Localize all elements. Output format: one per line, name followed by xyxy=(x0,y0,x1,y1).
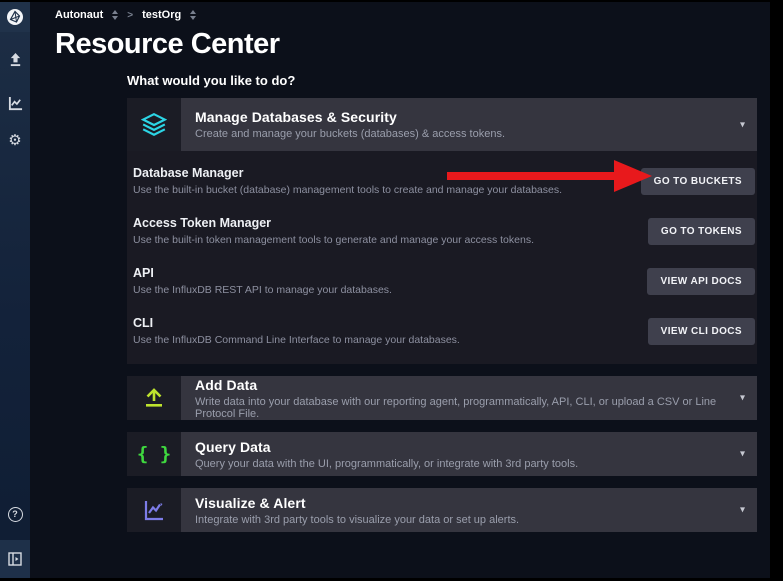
expand-sidebar-icon xyxy=(8,552,22,566)
panel-visualize-alert-description: Integrate with 3rd party tools to visual… xyxy=(195,514,519,526)
breadcrumb-separator: > xyxy=(127,10,133,21)
left-nav-sidebar: ⚙ ? xyxy=(0,2,30,578)
chevron-down-icon[interactable]: ▾ xyxy=(740,449,745,460)
chevron-down-icon[interactable]: ▾ xyxy=(740,119,745,130)
panel-visualize-alert-header[interactable]: Visualize & Alert Integrate with 3rd par… xyxy=(127,488,757,532)
go-to-tokens-button[interactable]: GO TO TOKENS xyxy=(648,218,755,245)
main-content: Autonaut > testOrg Resource Center What … xyxy=(30,2,770,578)
influxdb-logo-icon xyxy=(6,8,24,26)
row-access-token-manager-title: Access Token Manager xyxy=(133,216,534,230)
panel-manage-body: Database Manager Use the built-in bucket… xyxy=(127,151,757,364)
panel-add-data-title: Add Data xyxy=(195,377,743,393)
panel-query-data-title: Query Data xyxy=(195,439,578,455)
panel-query-data: { } Query Data Query your data with the … xyxy=(127,432,757,476)
panel-visualize-alert-headbar[interactable]: Visualize & Alert Integrate with 3rd par… xyxy=(181,488,757,532)
row-cli-title: CLI xyxy=(133,316,460,330)
row-cli-description: Use the InfluxDB Command Line Interface … xyxy=(133,334,460,346)
upload-icon xyxy=(8,52,23,67)
panel-add-data: Add Data Write data into your database w… xyxy=(127,376,757,420)
panel-manage-description: Create and manage your buckets (database… xyxy=(195,128,505,140)
nav-settings[interactable]: ⚙ xyxy=(0,128,30,152)
project-switcher-icon[interactable] xyxy=(190,10,196,20)
graph-icon xyxy=(8,96,23,111)
row-cli: CLI Use the InfluxDB Command Line Interf… xyxy=(133,306,755,356)
panel-add-data-header[interactable]: Add Data Write data into your database w… xyxy=(127,376,757,420)
line-chart-icon xyxy=(142,498,166,522)
nav-data-explorer[interactable] xyxy=(0,91,30,115)
panel-manage-icon-cell xyxy=(127,98,181,151)
panel-query-data-header[interactable]: { } Query Data Query your data with the … xyxy=(127,432,757,476)
add-data-upload-icon xyxy=(143,387,165,409)
row-access-token-manager-description: Use the built-in token management tools … xyxy=(133,234,534,246)
go-to-buckets-button[interactable]: GO TO BUCKETS xyxy=(641,168,755,195)
help-icon: ? xyxy=(8,507,23,522)
row-api-description: Use the InfluxDB REST API to manage your… xyxy=(133,284,392,296)
nav-collapse-toggle[interactable] xyxy=(0,540,30,578)
panel-visualize-alert: Visualize & Alert Integrate with 3rd par… xyxy=(127,488,757,532)
view-cli-docs-button[interactable]: VIEW CLI DOCS xyxy=(648,318,755,345)
panel-manage-header[interactable]: Manage Databases & Security Create and m… xyxy=(127,98,757,151)
resource-panels: Manage Databases & Security Create and m… xyxy=(127,98,757,532)
panel-add-data-description: Write data into your database with our r… xyxy=(195,396,743,420)
panel-manage-title: Manage Databases & Security xyxy=(195,109,505,125)
breadcrumb: Autonaut > testOrg xyxy=(30,2,770,21)
page-question: What would you like to do? xyxy=(127,73,770,88)
row-api: API Use the InfluxDB REST API to manage … xyxy=(133,256,755,306)
gear-icon: ⚙ xyxy=(8,133,21,148)
nav-upload-data[interactable] xyxy=(0,47,30,71)
panel-manage-databases: Manage Databases & Security Create and m… xyxy=(127,98,757,364)
breadcrumb-org[interactable]: Autonaut xyxy=(55,9,103,21)
panel-add-data-icon-cell xyxy=(127,376,181,420)
chevron-down-icon[interactable]: ▾ xyxy=(740,505,745,516)
panel-query-data-headbar[interactable]: Query Data Query your data with the UI, … xyxy=(181,432,757,476)
row-api-title: API xyxy=(133,266,392,280)
layers-icon xyxy=(141,113,167,137)
panel-visualize-alert-icon-cell xyxy=(127,488,181,532)
influxdb-logo[interactable] xyxy=(0,2,30,32)
braces-icon: { } xyxy=(137,443,171,465)
panel-query-data-description: Query your data with the UI, programmati… xyxy=(195,458,578,470)
org-switcher-icon[interactable] xyxy=(112,10,118,20)
nav-help[interactable]: ? xyxy=(0,502,30,526)
row-database-manager: Database Manager Use the built-in bucket… xyxy=(133,156,755,206)
row-access-token-manager: Access Token Manager Use the built-in to… xyxy=(133,206,755,256)
app-window: ⚙ ? Autonaut > testOrg Resource Center W… xyxy=(0,2,770,578)
panel-manage-headbar[interactable]: Manage Databases & Security Create and m… xyxy=(181,98,757,151)
page-title: Resource Center xyxy=(55,28,770,61)
row-database-manager-description: Use the built-in bucket (database) manag… xyxy=(133,184,562,196)
panel-add-data-headbar[interactable]: Add Data Write data into your database w… xyxy=(181,376,757,420)
row-database-manager-title: Database Manager xyxy=(133,166,562,180)
view-api-docs-button[interactable]: VIEW API DOCS xyxy=(647,268,755,295)
chevron-down-icon[interactable]: ▾ xyxy=(740,393,745,404)
panel-query-data-icon-cell: { } xyxy=(127,432,181,476)
breadcrumb-project[interactable]: testOrg xyxy=(142,9,181,21)
panel-visualize-alert-title: Visualize & Alert xyxy=(195,495,519,511)
